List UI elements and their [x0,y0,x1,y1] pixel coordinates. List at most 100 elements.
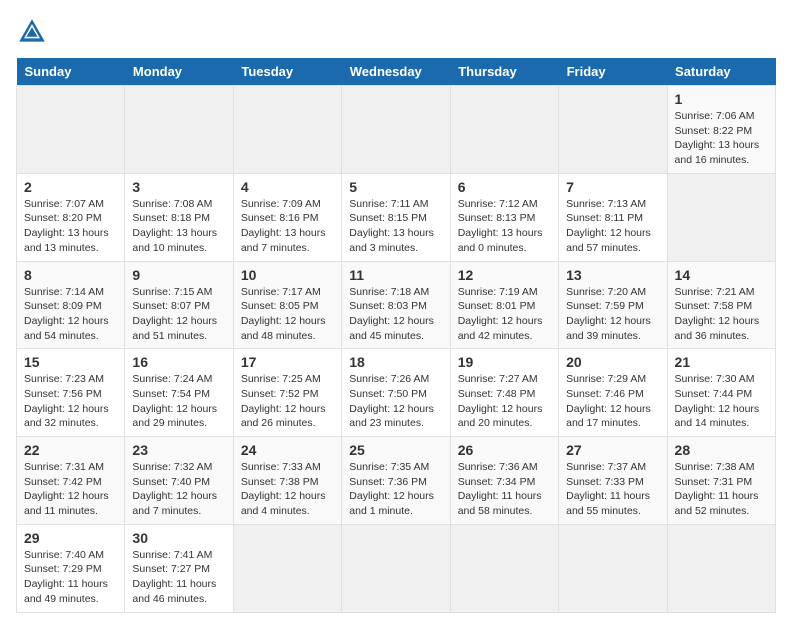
weekday-header-thursday: Thursday [450,58,558,86]
day-number: 3 [132,179,225,195]
day-number: 15 [24,354,117,370]
calendar-cell: 25 Sunrise: 7:35 AMSunset: 7:36 PMDayligh… [342,437,450,525]
day-number: 20 [566,354,659,370]
calendar-cell [125,86,233,174]
day-info: Sunrise: 7:40 AMSunset: 7:29 PMDaylight:… [24,549,108,605]
calendar-table: SundayMondayTuesdayWednesdayThursdayFrid… [16,58,776,613]
calendar-cell: 14Sunrise: 7:21 AMSunset: 7:58 PMDayligh… [667,261,775,349]
calendar-cell: 22 Sunrise: 7:31 AMSunset: 7:42 PMDayligh… [17,437,125,525]
calendar-cell [342,524,450,612]
calendar-cell: 9 Sunrise: 7:15 AMSunset: 8:07 PMDaylight… [125,261,233,349]
day-info: Sunrise: 7:20 AMSunset: 7:59 PMDaylight:… [566,286,651,342]
calendar-cell [450,86,558,174]
weekday-header-wednesday: Wednesday [342,58,450,86]
calendar-week-row: 1Sunrise: 7:06 AMSunset: 8:22 PMDaylight… [17,86,776,174]
calendar-week-row: 15 Sunrise: 7:23 AMSunset: 7:56 PMDayligh… [17,349,776,437]
calendar-cell: 18 Sunrise: 7:26 AMSunset: 7:50 PMDayligh… [342,349,450,437]
calendar-cell: 29Sunrise: 7:40 AMSunset: 7:29 PMDayligh… [17,524,125,612]
calendar-cell: 21 Sunrise: 7:30 AMSunset: 7:44 PMDayligh… [667,349,775,437]
calendar-cell: 4 Sunrise: 7:09 AMSunset: 8:16 PMDaylight… [233,173,341,261]
day-info: Sunrise: 7:36 AMSunset: 7:34 PMDaylight:… [458,461,542,517]
calendar-cell: 1Sunrise: 7:06 AMSunset: 8:22 PMDaylight… [667,86,775,174]
calendar-cell [233,86,341,174]
calendar-cell: 19 Sunrise: 7:27 AMSunset: 7:48 PMDayligh… [450,349,558,437]
day-info: Sunrise: 7:14 AMSunset: 8:09 PMDaylight:… [24,286,109,342]
calendar-cell: 28 Sunrise: 7:38 AMSunset: 7:31 PMDayligh… [667,437,775,525]
calendar-cell [667,524,775,612]
day-info: Sunrise: 7:15 AMSunset: 8:07 PMDaylight:… [132,286,217,342]
day-number: 14 [675,267,768,283]
day-info: Sunrise: 7:35 AMSunset: 7:36 PMDaylight:… [349,461,434,517]
calendar-cell: 26 Sunrise: 7:36 AMSunset: 7:34 PMDayligh… [450,437,558,525]
day-info: Sunrise: 7:32 AMSunset: 7:40 PMDaylight:… [132,461,217,517]
calendar-cell: 17 Sunrise: 7:25 AMSunset: 7:52 PMDayligh… [233,349,341,437]
calendar-cell [17,86,125,174]
day-info: Sunrise: 7:38 AMSunset: 7:31 PMDaylight:… [675,461,759,517]
logo [16,16,54,48]
calendar-cell [233,524,341,612]
day-number: 18 [349,354,442,370]
calendar-cell [342,86,450,174]
day-number: 1 [675,91,768,107]
day-info: Sunrise: 7:17 AMSunset: 8:05 PMDaylight:… [241,286,326,342]
day-number: 5 [349,179,442,195]
day-info: Sunrise: 7:11 AMSunset: 8:15 PMDaylight:… [349,198,434,254]
calendar-cell: 13 Sunrise: 7:20 AMSunset: 7:59 PMDayligh… [559,261,667,349]
calendar-cell: 7Sunrise: 7:13 AMSunset: 8:11 PMDaylight… [559,173,667,261]
calendar-cell: 11Sunrise: 7:18 AMSunset: 8:03 PMDayligh… [342,261,450,349]
weekday-header-monday: Monday [125,58,233,86]
day-number: 21 [675,354,768,370]
calendar-cell: 15 Sunrise: 7:23 AMSunset: 7:56 PMDayligh… [17,349,125,437]
day-info: Sunrise: 7:37 AMSunset: 7:33 PMDaylight:… [566,461,650,517]
weekday-header-saturday: Saturday [667,58,775,86]
logo-icon [16,16,48,48]
calendar-cell: 23 Sunrise: 7:32 AMSunset: 7:40 PMDayligh… [125,437,233,525]
calendar-cell: 27 Sunrise: 7:37 AMSunset: 7:33 PMDayligh… [559,437,667,525]
day-number: 19 [458,354,551,370]
day-number: 11 [349,267,442,283]
calendar-cell: 10 Sunrise: 7:17 AMSunset: 8:05 PMDayligh… [233,261,341,349]
calendar-week-row: 22 Sunrise: 7:31 AMSunset: 7:42 PMDayligh… [17,437,776,525]
day-number: 17 [241,354,334,370]
day-number: 10 [241,267,334,283]
day-number: 27 [566,442,659,458]
calendar-cell: 8Sunrise: 7:14 AMSunset: 8:09 PMDaylight… [17,261,125,349]
day-info: Sunrise: 7:08 AMSunset: 8:18 PMDaylight:… [132,198,217,254]
weekday-header-row: SundayMondayTuesdayWednesdayThursdayFrid… [17,58,776,86]
day-info: Sunrise: 7:31 AMSunset: 7:42 PMDaylight:… [24,461,109,517]
day-number: 6 [458,179,551,195]
calendar-cell [559,524,667,612]
day-number: 28 [675,442,768,458]
calendar-week-row: 29Sunrise: 7:40 AMSunset: 7:29 PMDayligh… [17,524,776,612]
day-info: Sunrise: 7:41 AMSunset: 7:27 PMDaylight:… [132,549,216,605]
day-number: 25 [349,442,442,458]
calendar-cell: 2Sunrise: 7:07 AMSunset: 8:20 PMDaylight… [17,173,125,261]
day-number: 7 [566,179,659,195]
day-number: 16 [132,354,225,370]
day-info: Sunrise: 7:29 AMSunset: 7:46 PMDaylight:… [566,373,651,429]
day-number: 4 [241,179,334,195]
day-info: Sunrise: 7:33 AMSunset: 7:38 PMDaylight:… [241,461,326,517]
calendar-cell: 12Sunrise: 7:19 AMSunset: 8:01 PMDayligh… [450,261,558,349]
day-info: Sunrise: 7:23 AMSunset: 7:56 PMDaylight:… [24,373,109,429]
day-number: 26 [458,442,551,458]
page-header [16,16,776,48]
calendar-cell: 6 Sunrise: 7:12 AMSunset: 8:13 PMDaylight… [450,173,558,261]
day-info: Sunrise: 7:12 AMSunset: 8:13 PMDaylight:… [458,198,543,254]
calendar-week-row: 2Sunrise: 7:07 AMSunset: 8:20 PMDaylight… [17,173,776,261]
calendar-cell: 3 Sunrise: 7:08 AMSunset: 8:18 PMDaylight… [125,173,233,261]
day-number: 9 [132,267,225,283]
day-number: 24 [241,442,334,458]
day-number: 22 [24,442,117,458]
day-info: Sunrise: 7:27 AMSunset: 7:48 PMDaylight:… [458,373,543,429]
day-number: 23 [132,442,225,458]
day-info: Sunrise: 7:26 AMSunset: 7:50 PMDaylight:… [349,373,434,429]
day-info: Sunrise: 7:30 AMSunset: 7:44 PMDaylight:… [675,373,760,429]
weekday-header-sunday: Sunday [17,58,125,86]
day-number: 12 [458,267,551,283]
day-info: Sunrise: 7:09 AMSunset: 8:16 PMDaylight:… [241,198,326,254]
weekday-header-friday: Friday [559,58,667,86]
day-number: 13 [566,267,659,283]
day-number: 2 [24,179,117,195]
day-info: Sunrise: 7:25 AMSunset: 7:52 PMDaylight:… [241,373,326,429]
